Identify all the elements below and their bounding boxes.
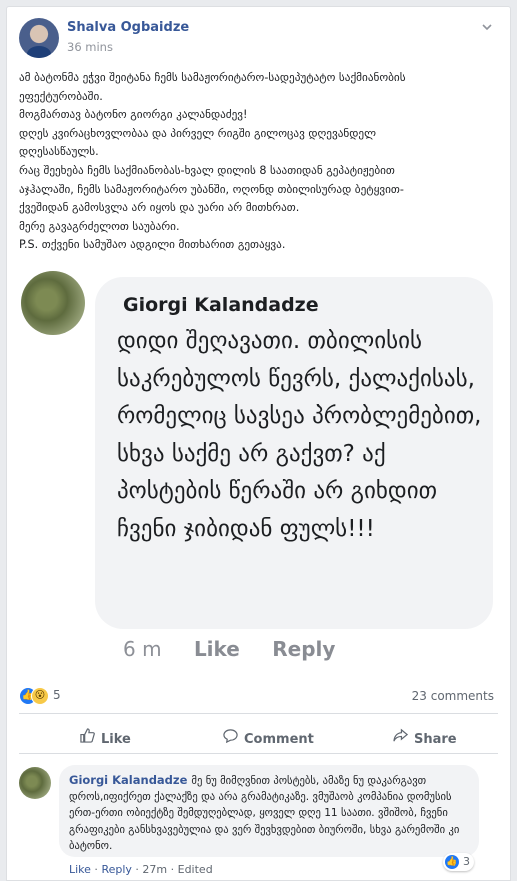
post-text-line: რაც შეეხება ჩემს საქმიანობას-ხვალ დილის … bbox=[19, 163, 395, 177]
screenshot-comment-time: 6 m bbox=[123, 637, 162, 661]
post-text-line: აჯჰალაში, ჩემს სამაჟორიტარო უბანში, ოღონ… bbox=[19, 182, 404, 196]
post-timestamp[interactable]: 36 mins bbox=[67, 40, 113, 54]
comment-button[interactable]: Comment bbox=[222, 728, 314, 749]
chevron-down-icon[interactable] bbox=[480, 21, 494, 35]
screenshot-like-label: Like bbox=[193, 637, 240, 661]
comment-body: Giorgi Kalandadze მე ნუ მიმღვნით პოსტებს,… bbox=[69, 772, 469, 854]
share-label: Share bbox=[414, 732, 457, 747]
comment-reaction-count: 3 bbox=[463, 855, 470, 868]
screenshot-comment-actions: 6 m Like Reply bbox=[123, 637, 361, 661]
comment-like-link[interactable]: Like bbox=[69, 863, 91, 876]
post-card: Shalva Ogbaidze 36 mins ამ ბატონმა ეჭვი … bbox=[6, 6, 511, 881]
screenshot-commenter-name: Giorgi Kalandadze bbox=[123, 294, 319, 316]
author-avatar[interactable] bbox=[19, 18, 59, 58]
post-text-line: დღესასწაულს. bbox=[19, 145, 99, 159]
divider bbox=[19, 753, 498, 754]
post-text-line: დღეს კვირაცხოვლობაა და პირველ რიგში გილო… bbox=[19, 126, 376, 140]
commenter-avatar[interactable] bbox=[19, 767, 51, 799]
screenshot-reply-label: Reply bbox=[272, 637, 336, 661]
divider bbox=[19, 713, 498, 714]
speech-bubble-icon bbox=[222, 728, 238, 749]
comment-meta: Like · Reply · 27m · Edited bbox=[69, 863, 213, 876]
comment-time[interactable]: 27m bbox=[142, 863, 167, 876]
post-text-line: მერე გავაგრძელოთ საუბარი. bbox=[19, 219, 180, 233]
thumbs-up-icon bbox=[79, 728, 95, 749]
post-text-line: ქვეშიდან გამოსვლა არ იყოს და უარი არ მით… bbox=[19, 201, 300, 215]
screenshot-comment-bubble: Giorgi Kalandadze დიდი შეღავათი. თბილისი… bbox=[95, 277, 493, 629]
author-name[interactable]: Shalva Ogbaidze bbox=[67, 20, 189, 35]
like-label: Like bbox=[101, 732, 131, 747]
share-arrow-icon bbox=[392, 728, 408, 749]
share-button[interactable]: Share bbox=[392, 728, 457, 749]
comment-label: Comment bbox=[244, 732, 314, 747]
comment-reaction-badge[interactable]: 👍 3 bbox=[443, 853, 474, 871]
like-button[interactable]: Like bbox=[79, 728, 131, 749]
wow-reaction-icon: 😮 bbox=[31, 687, 49, 705]
comment-edited-label[interactable]: Edited bbox=[178, 863, 213, 876]
like-reaction-icon: 👍 bbox=[445, 855, 459, 869]
screenshot-commenter-avatar bbox=[21, 271, 85, 335]
comments-count-link[interactable]: 23 comments bbox=[412, 689, 494, 703]
screenshot-comment-text: დიდი შეღავათი. თბილისის საკრებულოს წევრს… bbox=[117, 328, 482, 542]
reaction-count: 5 bbox=[53, 688, 61, 702]
post-text: ამ ბატონმა ეჭვი შეიტანა ჩემს სამაჟორიტარ… bbox=[19, 69, 499, 255]
comment-bubble: Giorgi Kalandadze მე ნუ მიმღვნით პოსტებს,… bbox=[59, 765, 479, 857]
post-text-line: ეფექტურობაში. bbox=[19, 89, 103, 103]
post-text-line: ამ ბატონმა ეჭვი შეიტანა ჩემს სამაჟორიტარ… bbox=[19, 71, 406, 84]
post-text-line: P.S. თქვენი სამუშაო ადგილი მითხარით გეთა… bbox=[19, 238, 286, 252]
comment-reply-link[interactable]: Reply bbox=[101, 863, 131, 876]
commenter-name[interactable]: Giorgi Kalandadze bbox=[69, 773, 187, 787]
post-text-line: მოგმართავ ბატონო გიორგი კალანდაძევ! bbox=[19, 108, 248, 122]
